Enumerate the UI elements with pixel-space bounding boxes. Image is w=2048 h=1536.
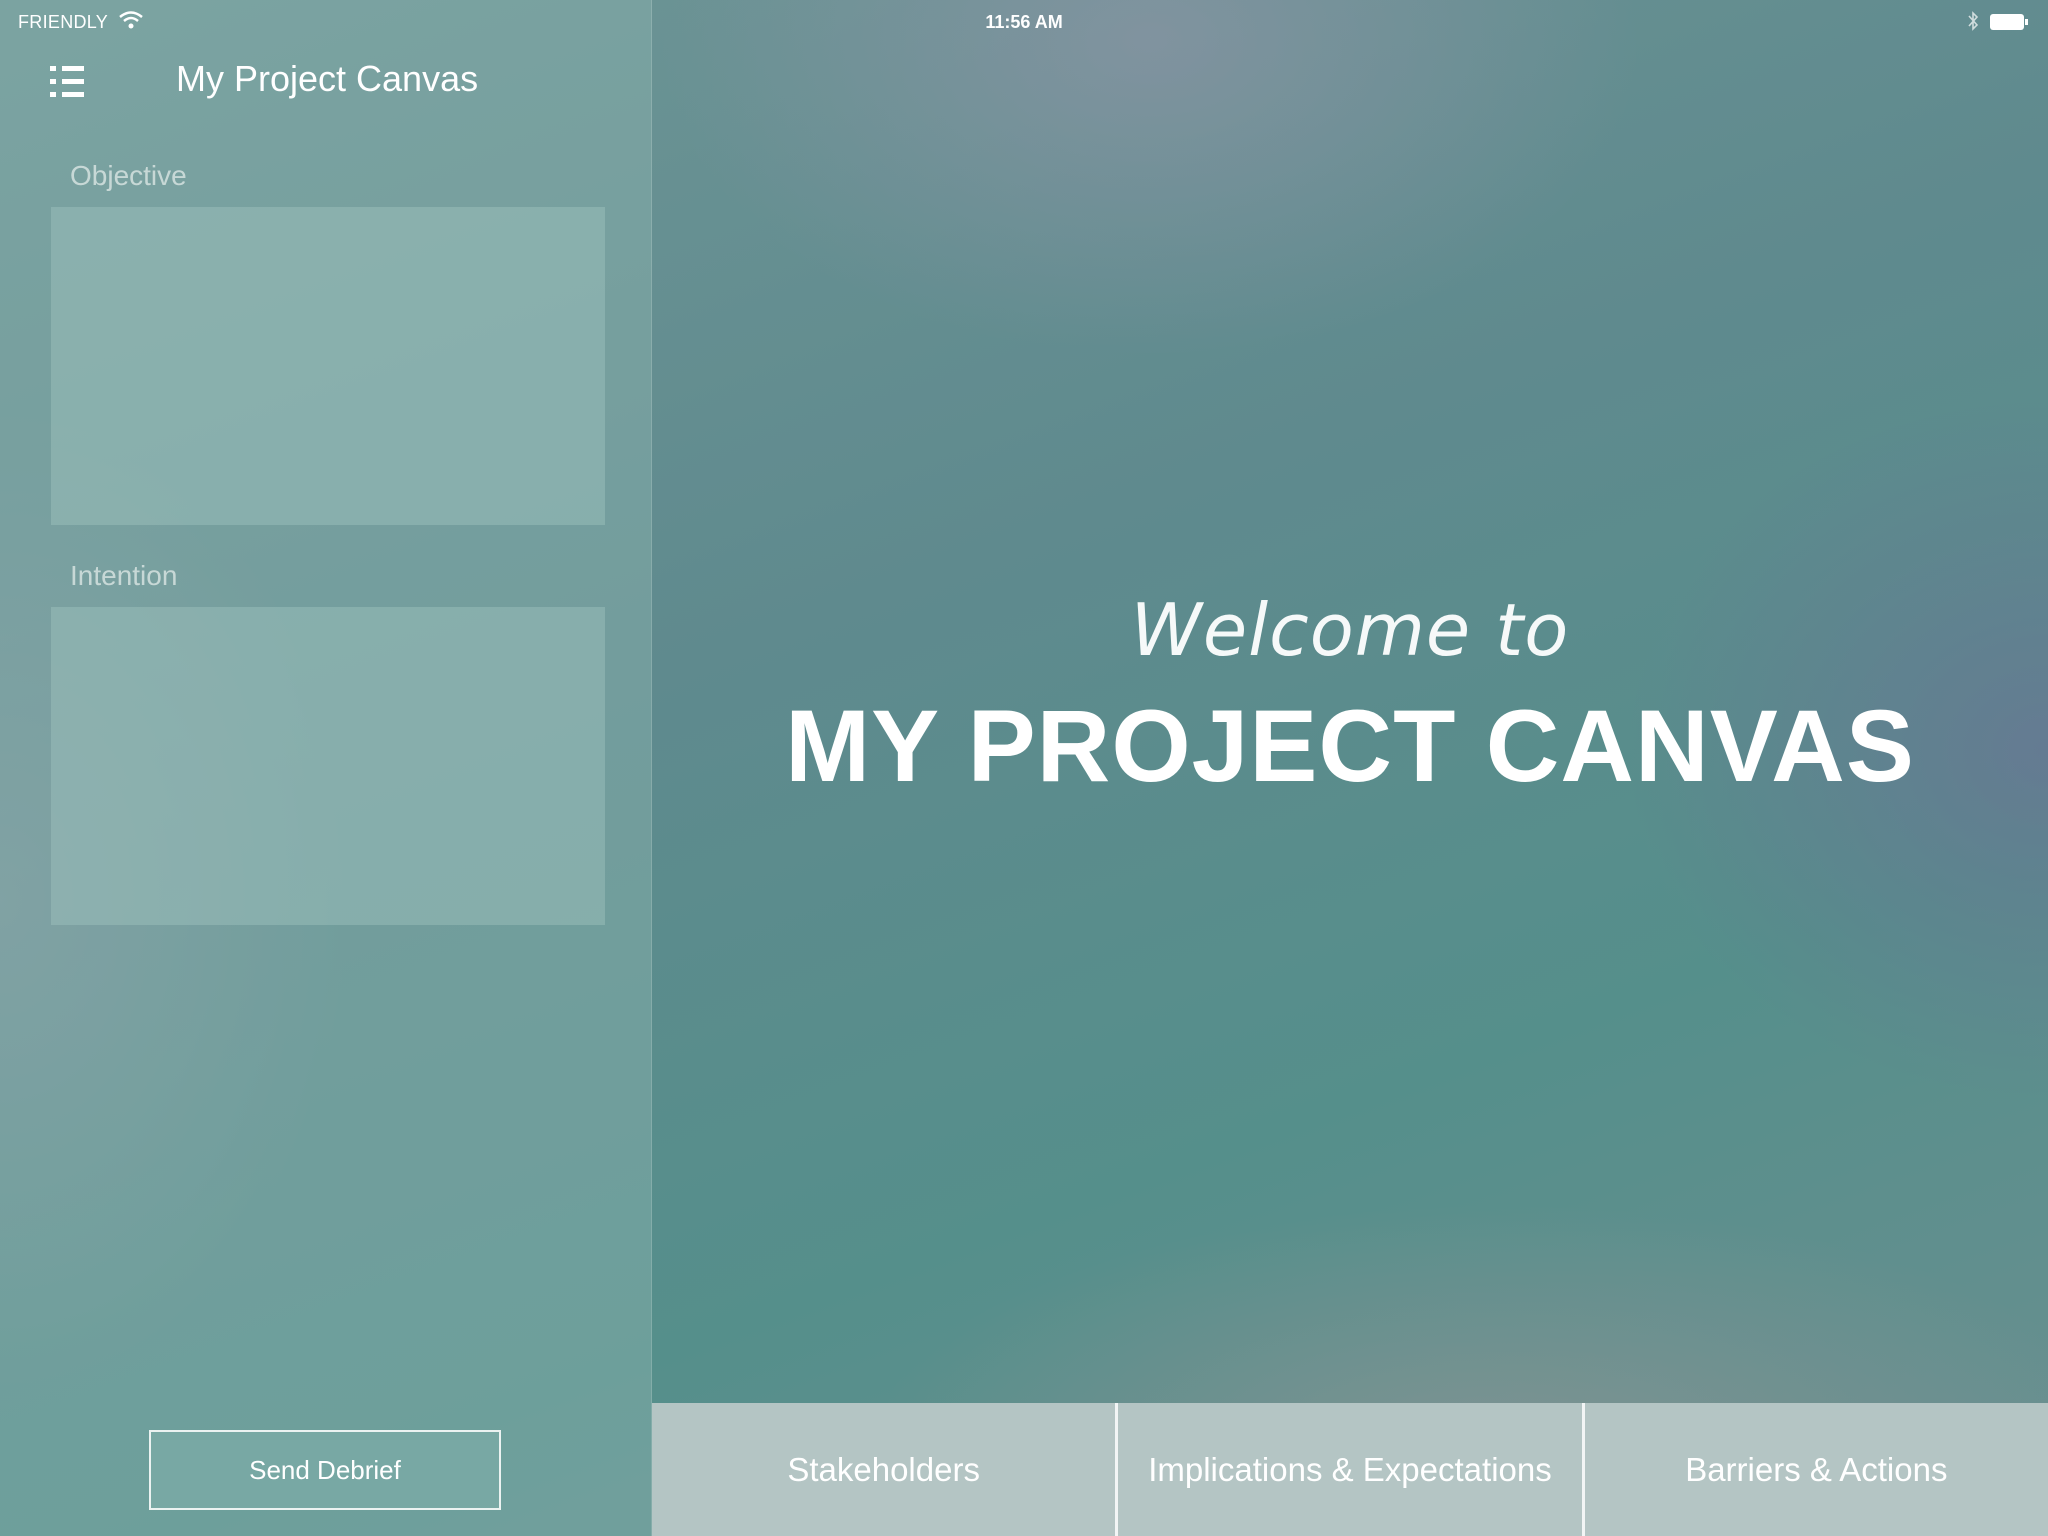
hero-title: MY PROJECT CANVAS bbox=[785, 689, 1915, 803]
sidebar: My Project Canvas Objective Intention Se… bbox=[0, 0, 652, 1536]
list-menu-icon[interactable] bbox=[46, 60, 94, 108]
intention-field[interactable] bbox=[51, 607, 605, 925]
bottom-tab-bar: Stakeholders Implications & Expectations… bbox=[652, 1403, 2048, 1536]
tab-implications-expectations[interactable]: Implications & Expectations bbox=[1118, 1403, 1585, 1536]
bluetooth-icon bbox=[1966, 10, 1980, 32]
app-title: My Project Canvas bbox=[176, 58, 479, 99]
send-debrief-button[interactable]: Send Debrief bbox=[149, 1430, 501, 1510]
status-time: 11:56 AM bbox=[985, 12, 1063, 32]
objective-field[interactable] bbox=[51, 207, 605, 525]
welcome-text: Welcome to bbox=[1130, 588, 1570, 672]
objective-label: Objective bbox=[70, 160, 187, 191]
tab-stakeholders[interactable]: Stakeholders bbox=[652, 1403, 1119, 1536]
status-bar: FRIENDLY 11:56 AM bbox=[0, 0, 2048, 42]
intention-label: Intention bbox=[70, 560, 178, 591]
tab-barriers-actions[interactable]: Barriers & Actions bbox=[1584, 1403, 2048, 1536]
battery-icon bbox=[1990, 14, 2028, 30]
